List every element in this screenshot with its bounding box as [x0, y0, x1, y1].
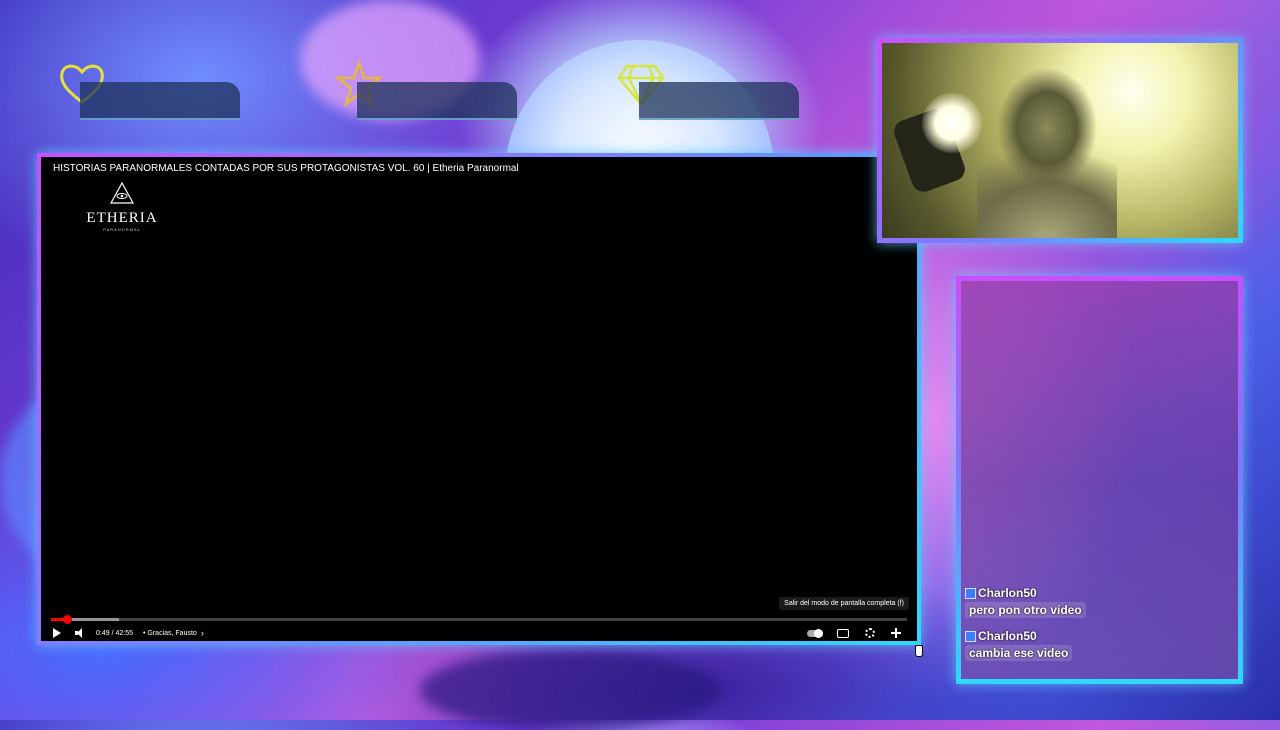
channel-logo: ETHERIA PARANORMAL [77, 181, 167, 232]
chapter-button[interactable]: • Gracias, Fausto › [143, 625, 204, 641]
gear-icon [865, 628, 875, 638]
autoplay-toggle-icon [807, 628, 823, 638]
logo-name: ETHERIA [86, 210, 158, 226]
chat-username: Charlon50 [965, 586, 1086, 600]
webcam-feed [877, 38, 1243, 243]
background-cloud [420, 650, 720, 730]
moderator-badge-icon [965, 587, 976, 599]
chat-username-text: Charlon50 [978, 586, 1037, 600]
progress-scrubber[interactable] [63, 615, 73, 624]
logo-subtitle: PARANORMAL [103, 227, 141, 232]
follower-stat-bar [80, 82, 240, 120]
fullscreen-tooltip: Salir del modo de pantalla completa (f) [779, 597, 909, 610]
chevron-right-icon: › [200, 628, 204, 638]
subtitles-button[interactable] [837, 625, 849, 641]
donation-stat-bar [639, 82, 799, 120]
volume-icon [75, 628, 87, 638]
time-label: 0:49 / 42:55 [96, 629, 133, 637]
chat-username-text: Charlon50 [978, 629, 1037, 643]
time-display: 0:49 / 42:55 [96, 625, 133, 641]
chat-message-text: pero pon otro video [965, 602, 1086, 618]
chat-message: Charlon50 cambia ese video [965, 629, 1073, 662]
play-icon [53, 628, 61, 638]
eye-triangle-icon [109, 181, 135, 204]
play-button[interactable] [53, 625, 61, 641]
settings-button[interactable] [865, 625, 875, 641]
autoplay-toggle[interactable] [807, 625, 823, 641]
exit-fullscreen-icon [891, 628, 901, 638]
chat-panel: Charlon50 pero pon otro video Charlon50 … [956, 276, 1243, 684]
subtitles-icon [837, 628, 849, 638]
chat-username: Charlon50 [965, 629, 1072, 643]
video-title[interactable]: HISTORIAS PARANORMALES CONTADAS POR SUS … [53, 163, 519, 174]
subscriber-stat-bar [357, 82, 517, 120]
lamp-glow [922, 93, 982, 153]
mouse-cursor [915, 645, 923, 657]
player-controls: 0:49 / 42:55 • Gracias, Fausto › [51, 625, 907, 641]
chapter-label: • Gracias, Fausto [143, 629, 197, 637]
chat-message-text: cambia ese video [965, 645, 1073, 661]
moderator-badge-icon [965, 630, 976, 642]
mute-button[interactable] [75, 625, 87, 641]
exit-fullscreen-button[interactable] [891, 625, 901, 641]
chat-message: Charlon50 pero pon otro video [965, 586, 1086, 619]
streamer-silhouette [977, 68, 1117, 238]
video-player[interactable]: HISTORIAS PARANORMALES CONTADAS POR SUS … [37, 153, 921, 645]
progress-bar[interactable] [51, 615, 907, 624]
